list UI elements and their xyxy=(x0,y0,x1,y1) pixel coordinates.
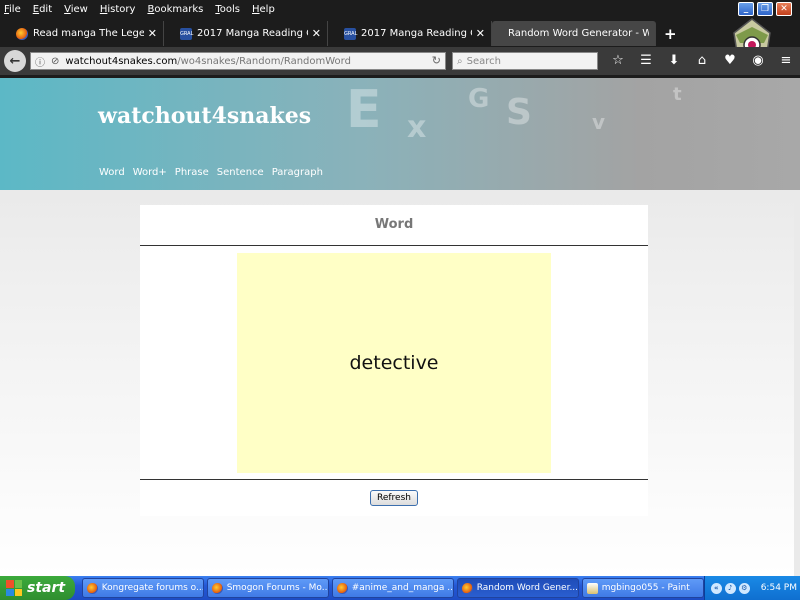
home-icon[interactable]: ⌂ xyxy=(688,51,716,71)
tab-title: Random Word Generator - Word xyxy=(508,28,649,39)
nav-paragraph[interactable]: Paragraph xyxy=(272,167,323,178)
back-button[interactable]: ← xyxy=(4,50,26,72)
gral-site-icon: GRAL xyxy=(344,27,357,40)
taskbar-item-paint[interactable]: mgbingo055 - Paint xyxy=(581,578,704,598)
site-title[interactable]: watchout4snakes xyxy=(98,103,311,129)
close-tab-icon[interactable]: ✕ xyxy=(148,27,157,40)
firefox-icon xyxy=(86,582,98,594)
start-button[interactable]: start xyxy=(0,576,75,600)
close-tab-icon[interactable]: ✕ xyxy=(476,27,485,40)
card-title: Word xyxy=(374,217,414,232)
taskbar-item-label: mgbingo055 - Paint xyxy=(601,583,690,593)
menu-help[interactable]: Help xyxy=(252,4,275,15)
tray-security-icon[interactable]: ♪ xyxy=(724,582,736,594)
paint-icon xyxy=(586,582,598,594)
decorative-letter: v xyxy=(592,110,606,134)
taskbar-item-label: Kongregate forums o... xyxy=(101,583,204,593)
tab-title: Read manga The Legend of Z... xyxy=(33,28,144,39)
tray-app-icon[interactable]: « xyxy=(710,582,722,594)
page-scrollbar[interactable] xyxy=(794,190,800,576)
close-tab-icon[interactable]: ✕ xyxy=(312,27,321,40)
nav-sentence[interactable]: Sentence xyxy=(217,167,264,178)
windows-taskbar: start Kongregate forums o... Smogon Foru… xyxy=(0,576,800,600)
page-content: watchout4snakes E x G S v t Word Word+ P… xyxy=(0,78,800,576)
menu-bookmarks[interactable]: Bookmarks xyxy=(147,4,203,15)
taskbar-items: Kongregate forums o... Smogon Forums - M… xyxy=(81,578,704,598)
browser-chrome: File Edit View History Bookmarks Tools H… xyxy=(0,0,800,78)
random-word: detective xyxy=(349,352,439,374)
blocked-content-icon[interactable]: ⊘ xyxy=(51,56,59,67)
url-path: /wo4snakes/Random/RandomWord xyxy=(177,55,351,67)
decorative-letter: S xyxy=(506,92,532,133)
nav-word-plus[interactable]: Word+ xyxy=(133,167,167,178)
window-controls: _ ❐ ✕ xyxy=(738,2,792,16)
tab-random-word-generator[interactable]: Random Word Generator - Word xyxy=(492,21,656,46)
extension-icon[interactable]: ◉ xyxy=(744,51,772,71)
decorative-letter: G xyxy=(468,84,490,114)
navigation-toolbar: ← ⓘ ⊘ watchout4snakes.com/wo4snakes/Rand… xyxy=(0,47,800,75)
taskbar-item-kongregate[interactable]: Kongregate forums o... xyxy=(81,578,204,598)
firefox-icon xyxy=(336,582,348,594)
nav-phrase[interactable]: Phrase xyxy=(175,167,209,178)
minimize-button[interactable]: _ xyxy=(738,2,754,16)
restore-button[interactable]: ❐ xyxy=(757,2,773,16)
bookmark-star-icon[interactable]: ☆ xyxy=(604,51,632,71)
taskbar-item-label: #anime_and_manga ... xyxy=(351,583,454,593)
taskbar-item-label: Smogon Forums - Mo... xyxy=(226,583,329,593)
firefox-icon xyxy=(461,582,473,594)
decorative-letter: E xyxy=(346,80,382,140)
clock[interactable]: 6:54 PM xyxy=(761,583,797,593)
decorative-letter: x xyxy=(407,110,427,145)
start-label: start xyxy=(27,580,66,596)
taskbar-item-smogon[interactable]: Smogon Forums - Mo... xyxy=(206,578,329,598)
info-icon[interactable]: ⓘ xyxy=(35,54,45,69)
tray-network-icon[interactable]: ⚙ xyxy=(738,582,750,594)
tab-title: 2017 Manga Reading Challen... xyxy=(197,28,308,39)
word-card: Word detective Refresh xyxy=(140,205,648,516)
close-window-button[interactable]: ✕ xyxy=(776,2,792,16)
site-nav: Word Word+ Phrase Sentence Paragraph xyxy=(99,167,323,178)
word-display-panel: detective xyxy=(237,253,551,473)
menu-edit[interactable]: Edit xyxy=(33,4,52,15)
nav-word[interactable]: Word xyxy=(99,167,125,178)
site-header: watchout4snakes E x G S v t Word Word+ P… xyxy=(0,78,800,190)
address-bar[interactable]: ⓘ ⊘ watchout4snakes.com/wo4snakes/Random… xyxy=(30,52,446,70)
tab-manga-challenge-1[interactable]: GRAL 2017 Manga Reading Challen... ✕ xyxy=(164,21,328,46)
search-icon: ⌕ xyxy=(457,55,463,67)
url-host: watchout4snakes.com xyxy=(65,55,178,67)
search-placeholder: Search xyxy=(466,55,501,67)
menu-tools[interactable]: Tools xyxy=(215,4,240,15)
reader-list-icon[interactable]: ☰ xyxy=(632,51,660,71)
decorative-letter: t xyxy=(673,84,682,105)
pocket-icon[interactable]: ♥ xyxy=(716,51,744,71)
windows-logo-icon xyxy=(6,580,22,596)
reload-icon[interactable]: ↻ xyxy=(432,54,441,67)
downloads-icon[interactable]: ⬇ xyxy=(660,51,688,71)
taskbar-item-random-word[interactable]: Random Word Gener... xyxy=(456,578,579,598)
menu-view[interactable]: View xyxy=(64,4,88,15)
tab-legend-of-zelda[interactable]: Read manga The Legend of Z... ✕ xyxy=(0,21,164,46)
menu-history[interactable]: History xyxy=(100,4,136,15)
divider xyxy=(140,245,648,246)
system-tray: « ♪ ⚙ 6:54 PM xyxy=(703,576,800,600)
menu-bar: File Edit View History Bookmarks Tools H… xyxy=(0,0,800,18)
firefox-icon xyxy=(211,582,223,594)
refresh-button[interactable]: Refresh xyxy=(370,490,418,506)
search-input[interactable]: ⌕ Search xyxy=(452,52,598,70)
firefox-tab-icon xyxy=(16,27,28,40)
divider xyxy=(140,479,648,480)
tab-strip: Read manga The Legend of Z... ✕ GRAL 201… xyxy=(0,21,740,46)
tab-manga-challenge-2[interactable]: GRAL 2017 Manga Reading Challen... ✕ xyxy=(328,21,492,46)
gral-site-icon: GRAL xyxy=(180,27,193,40)
hamburger-menu-icon[interactable]: ≡ xyxy=(772,51,800,71)
tab-title: 2017 Manga Reading Challen... xyxy=(361,28,472,39)
taskbar-item-label: Random Word Gener... xyxy=(476,583,579,593)
new-tab-button[interactable]: + xyxy=(656,21,685,46)
taskbar-item-anime-manga[interactable]: #anime_and_manga ... xyxy=(331,578,454,598)
menu-file[interactable]: File xyxy=(4,4,21,15)
